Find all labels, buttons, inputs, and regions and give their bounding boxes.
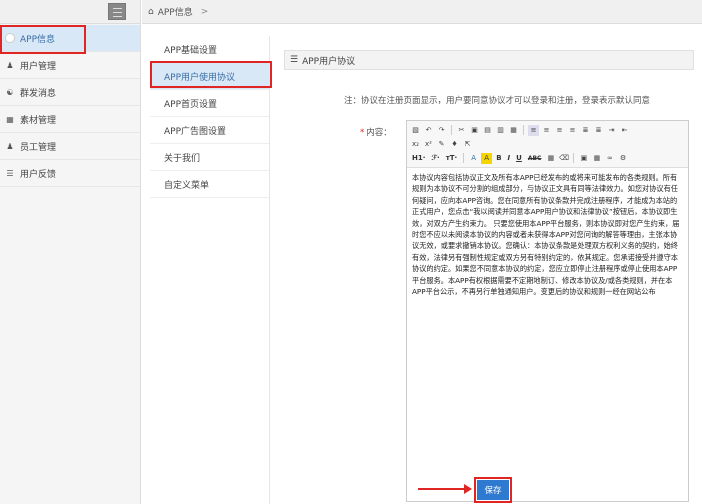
sidebar: APP信息 ♟ 用户管理 ☯ 群发消息 ▦ 素材管理 ♟ 员工管理 ☰ 用户反馈 — [0, 0, 141, 504]
menu-toggle-icon[interactable] — [108, 3, 126, 20]
unordered-list-icon[interactable]: ≣ — [593, 125, 604, 136]
superscript-icon[interactable]: x² — [423, 139, 434, 150]
font-size-select[interactable]: тT· — [444, 154, 460, 162]
sidebar-item-feedback[interactable]: ☰ 用户反馈 — [0, 160, 140, 187]
subscript-icon[interactable]: x₂ — [410, 139, 421, 150]
highlight-box — [150, 61, 272, 88]
breadcrumb: ⌂ APP信息 > — [142, 0, 702, 24]
subnav-item-ad-settings[interactable]: APP广告图设置 — [150, 117, 269, 144]
eraser-icon[interactable]: ⌫ — [558, 153, 569, 164]
font-family-select[interactable]: ℱ· — [429, 154, 441, 162]
sidebar-header — [0, 0, 140, 24]
justify-icon[interactable]: ≡ — [567, 125, 578, 136]
format-brush-icon[interactable]: ✎ — [436, 139, 447, 150]
group-icon: ☯ — [6, 87, 14, 97]
align-right-icon[interactable]: ≡ — [554, 125, 565, 136]
redo-icon[interactable]: ↷ — [436, 125, 447, 136]
content-label: * 内容： — [360, 126, 392, 138]
highlight-color-icon[interactable]: A — [481, 152, 493, 164]
strikethrough-button[interactable]: ABC — [526, 155, 544, 162]
indent-icon[interactable]: ⇥ — [606, 125, 617, 136]
cut-icon[interactable]: ✂ — [456, 125, 467, 136]
highlight-box — [0, 25, 86, 54]
font-color-icon[interactable]: A — [468, 153, 479, 164]
undo-icon[interactable]: ↶ — [423, 125, 434, 136]
subnav-item-custom-menu[interactable]: 自定义菜单 — [150, 171, 269, 198]
panel-header: ☰ APP用户协议 — [284, 50, 694, 70]
sidebar-item-label: 员工管理 — [20, 142, 57, 153]
grid-icon[interactable]: ▦ — [545, 153, 556, 164]
breadcrumb-separator: > — [200, 6, 209, 17]
sidebar-item-broadcast[interactable]: ☯ 群发消息 — [0, 79, 140, 106]
bold-button[interactable]: B — [494, 154, 503, 162]
sidebar-item-label: 用户反馈 — [20, 169, 57, 180]
panel-title: APP用户协议 — [302, 56, 356, 67]
sidebar-item-label: 群发消息 — [20, 88, 57, 99]
outdent-icon[interactable]: ⇤ — [619, 125, 630, 136]
subnav: APP基础设置 APP用户使用协议 APP首页设置 APP广告图设置 关于我们 … — [150, 36, 270, 504]
subnav-item-home-settings[interactable]: APP首页设置 — [150, 90, 269, 117]
paste-icon[interactable]: ▤ — [482, 125, 493, 136]
user-icon: ♟ — [6, 60, 14, 70]
clear-format-icon[interactable]: ♦ — [449, 139, 460, 150]
editor-content[interactable]: 本协议内容包括协议正文及所有本APP已经发布的或将来可能发布的各类规则。所有规则… — [407, 168, 688, 301]
align-center-icon[interactable]: ≡ — [541, 125, 552, 136]
highlight-box — [474, 477, 512, 503]
list-icon: ☰ — [6, 168, 14, 178]
breadcrumb-current: APP信息 — [157, 8, 193, 18]
agreement-panel: ☰ APP用户协议 注：协议在注册页面显示，用户要同意协议才可以登录和注册，登录… — [284, 50, 694, 504]
editor-toolbar: ▧ ↶ ↷ ✂ ▣ ▤ ▥ ▦ ≡ ≡ ≡ ≡ ≣ ≣ ⇥ ⇤ x₂ x² ✎ … — [407, 121, 688, 168]
link-icon[interactable]: ∞ — [604, 153, 615, 164]
sidebar-item-staff[interactable]: ♟ 员工管理 — [0, 133, 140, 160]
settings-icon[interactable]: ⚙ — [617, 153, 628, 164]
copy-icon[interactable]: ▣ — [469, 125, 480, 136]
agreement-notice: 注：协议在注册页面显示，用户要同意协议才可以登录和注册，登录表示默认同意 — [344, 96, 651, 106]
sidebar-item-materials[interactable]: ▦ 素材管理 — [0, 106, 140, 133]
required-mark: * — [360, 128, 365, 138]
content-label-text: 内容： — [366, 128, 392, 138]
sidebar-item-users[interactable]: ♟ 用户管理 — [0, 52, 140, 79]
align-left-icon[interactable]: ≡ — [528, 124, 539, 136]
image-insert-icon[interactable]: ▣ — [578, 153, 589, 164]
table-insert-icon[interactable]: ▦ — [591, 153, 602, 164]
sidebar-item-label: 用户管理 — [20, 61, 57, 72]
pointer-arrow — [418, 484, 472, 494]
menu-icon: ☰ — [290, 55, 299, 65]
ordered-list-icon[interactable]: ≣ — [580, 125, 591, 136]
sidebar-item-label: 素材管理 — [20, 115, 57, 126]
image-icon: ▦ — [6, 114, 14, 124]
source-icon[interactable]: ▧ — [410, 125, 421, 136]
rich-text-editor[interactable]: ▧ ↶ ↷ ✂ ▣ ▤ ▥ ▦ ≡ ≡ ≡ ≡ ≣ ≣ ⇥ ⇤ x₂ x² ✎ … — [406, 120, 689, 502]
italic-button[interactable]: I — [506, 154, 513, 162]
paste-word-icon[interactable]: ▦ — [508, 125, 519, 136]
paste-text-icon[interactable]: ▥ — [495, 125, 506, 136]
subnav-item-about-us[interactable]: 关于我们 — [150, 144, 269, 171]
select-all-icon[interactable]: ⇱ — [462, 139, 473, 150]
underline-button[interactable]: U — [514, 154, 524, 162]
home-icon[interactable]: ⌂ — [148, 7, 154, 17]
user-icon: ♟ — [6, 141, 14, 151]
subnav-item-basic-settings[interactable]: APP基础设置 — [150, 36, 269, 63]
heading-select[interactable]: H1· — [410, 154, 427, 162]
